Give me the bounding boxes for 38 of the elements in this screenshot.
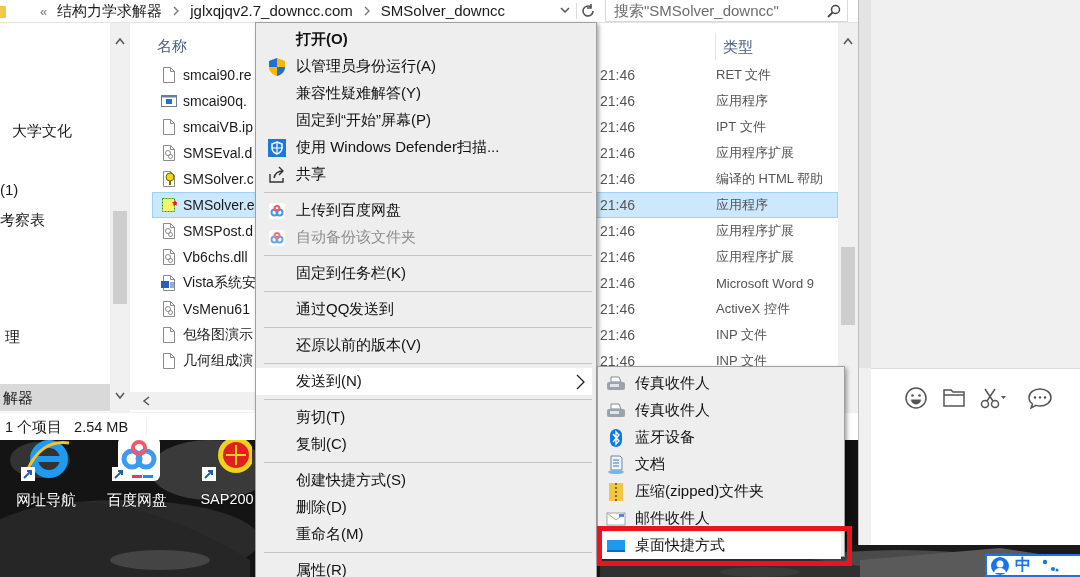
- modified-time: 21:46: [600, 275, 636, 291]
- file-name: 几何组成演: [183, 352, 253, 368]
- item-count: 1 个项目: [5, 417, 63, 437]
- modified-time: 21:46: [600, 327, 636, 343]
- file-type: RET 文件: [716, 67, 772, 82]
- file-name: SMSolver.c: [183, 171, 254, 187]
- file-type: 应用程序: [716, 93, 768, 108]
- file-type: 应用程序扩展: [716, 223, 794, 238]
- file-type: INP 文件: [716, 327, 768, 342]
- file-name: SMSPost.d: [183, 223, 254, 239]
- modified-time: 21:46: [600, 119, 636, 135]
- modified-time: 21:46: [600, 67, 636, 83]
- modified-time: 21:46: [600, 171, 636, 187]
- modified-time: 21:46: [600, 197, 636, 213]
- selection-size: 2.54 MB: [74, 419, 148, 435]
- file-type: 编译的 HTML 帮助: [716, 171, 824, 186]
- file-type: Microsoft Word 9: [716, 275, 814, 291]
- file-type: IPT 文件: [716, 119, 766, 134]
- modified-time: 21:46: [600, 249, 636, 265]
- file-type: 应用程序扩展: [716, 145, 794, 160]
- file-name: Vista系统安: [183, 274, 256, 290]
- modified-time: 21:46: [600, 301, 636, 317]
- file-type: ActiveX 控件: [716, 301, 790, 316]
- file-name: Vb6chs.dll: [183, 249, 248, 265]
- file-name: SMSolver.e: [183, 197, 255, 213]
- modified-time: 21:46: [600, 145, 636, 161]
- modified-time: 21:46: [600, 93, 636, 109]
- file-name: SMSEval.d: [183, 145, 253, 161]
- file-type: INP 文件: [716, 353, 768, 368]
- file-name: VsMenu61: [183, 301, 250, 317]
- modified-time: 21:46: [600, 223, 636, 239]
- file-type: 应用程序: [716, 197, 768, 212]
- file-name: smcai90.re: [183, 67, 252, 83]
- file-name: smcaiVB.ip: [183, 119, 254, 135]
- file-name: smcai90q.: [183, 93, 247, 109]
- file-type: 应用程序扩展: [716, 249, 794, 264]
- file-name: 包络图演示: [183, 326, 253, 342]
- modified-time: 21:46: [600, 353, 636, 369]
